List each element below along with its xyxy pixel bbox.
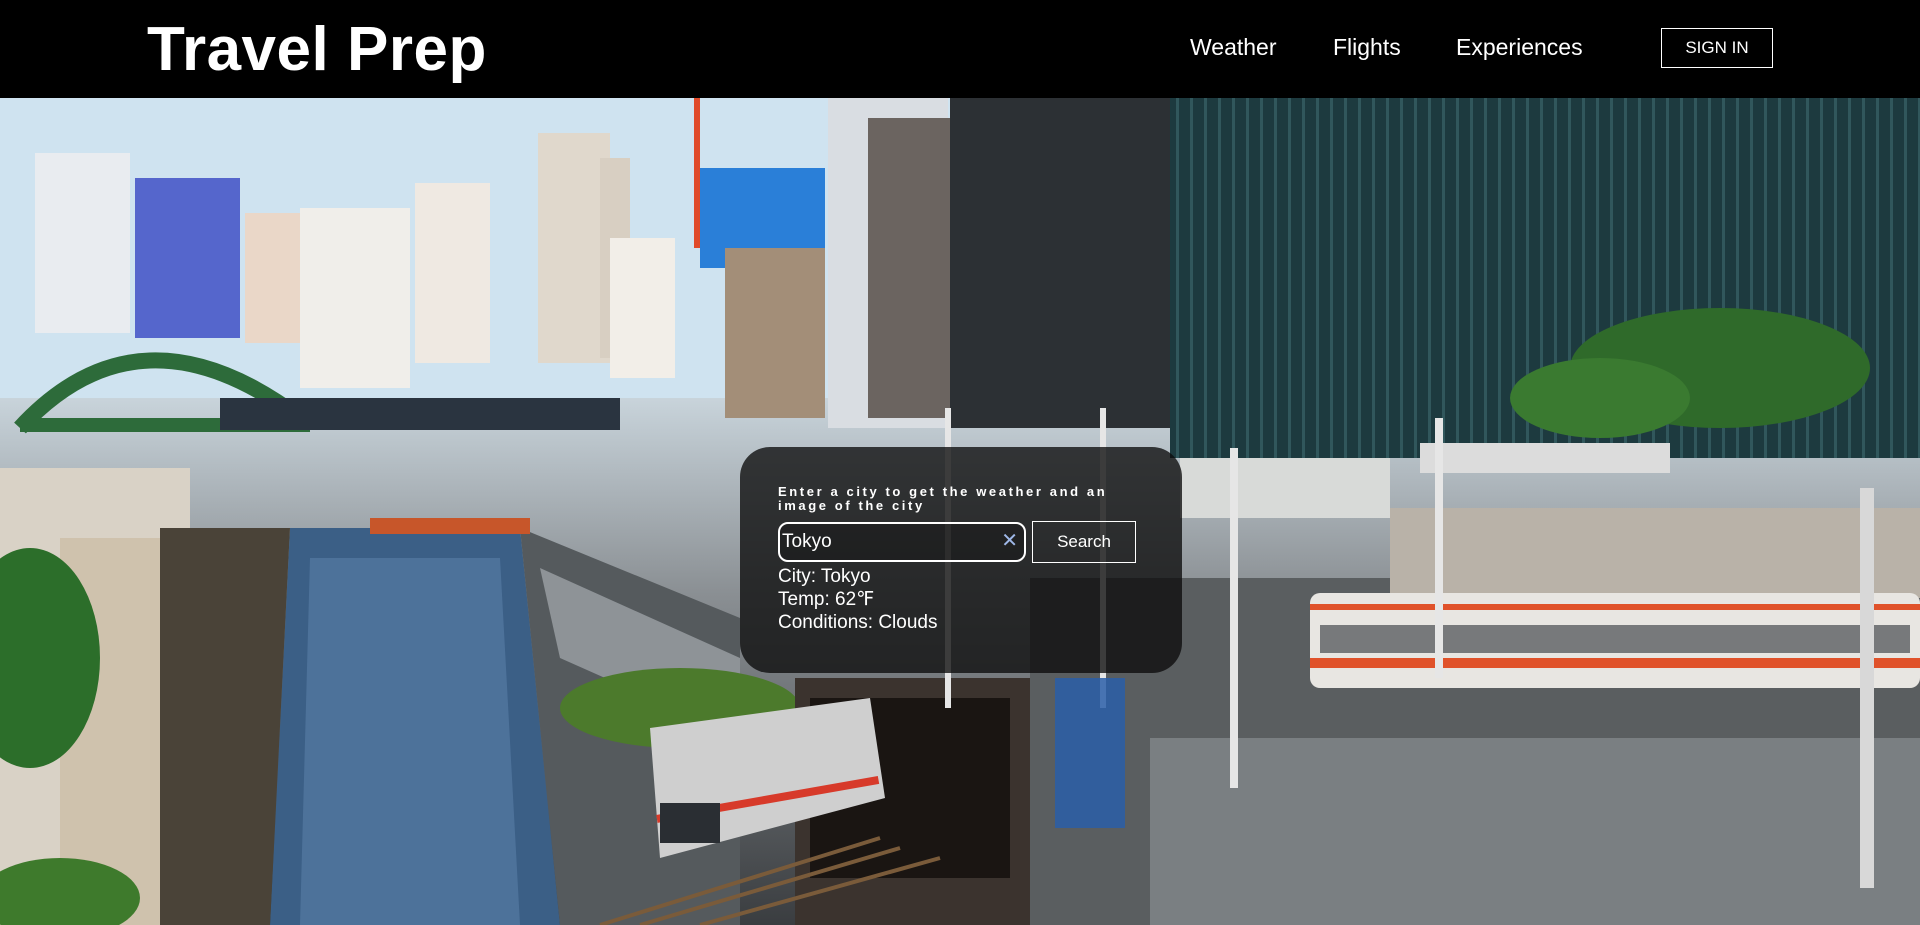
- nav-weather[interactable]: Weather: [1190, 34, 1277, 61]
- weather-search-panel: Enter a city to get the weather and an i…: [740, 447, 1182, 673]
- result-conditions: Conditions: Clouds: [778, 612, 938, 633]
- search-row: ✕ Search: [778, 521, 1144, 563]
- nav-flights[interactable]: Flights: [1333, 34, 1401, 61]
- search-field-wrapper: ✕: [778, 522, 1026, 562]
- result-city: City: Tokyo: [778, 566, 871, 587]
- city-search-input[interactable]: [778, 522, 1026, 562]
- brand-logo[interactable]: Travel Prep: [147, 14, 487, 86]
- nav-experiences[interactable]: Experiences: [1456, 34, 1583, 61]
- search-button[interactable]: Search: [1032, 521, 1136, 563]
- close-icon[interactable]: ✕: [1001, 531, 1018, 551]
- sign-in-button[interactable]: SIGN IN: [1661, 28, 1773, 68]
- result-temp: Temp: 62℉: [778, 589, 875, 610]
- weather-results: City: Tokyo Temp: 62℉ Conditions: Clouds: [778, 565, 1144, 634]
- search-prompt: Enter a city to get the weather and an i…: [778, 484, 1108, 513]
- top-navbar: Travel Prep Weather Flights Experiences …: [0, 0, 1920, 98]
